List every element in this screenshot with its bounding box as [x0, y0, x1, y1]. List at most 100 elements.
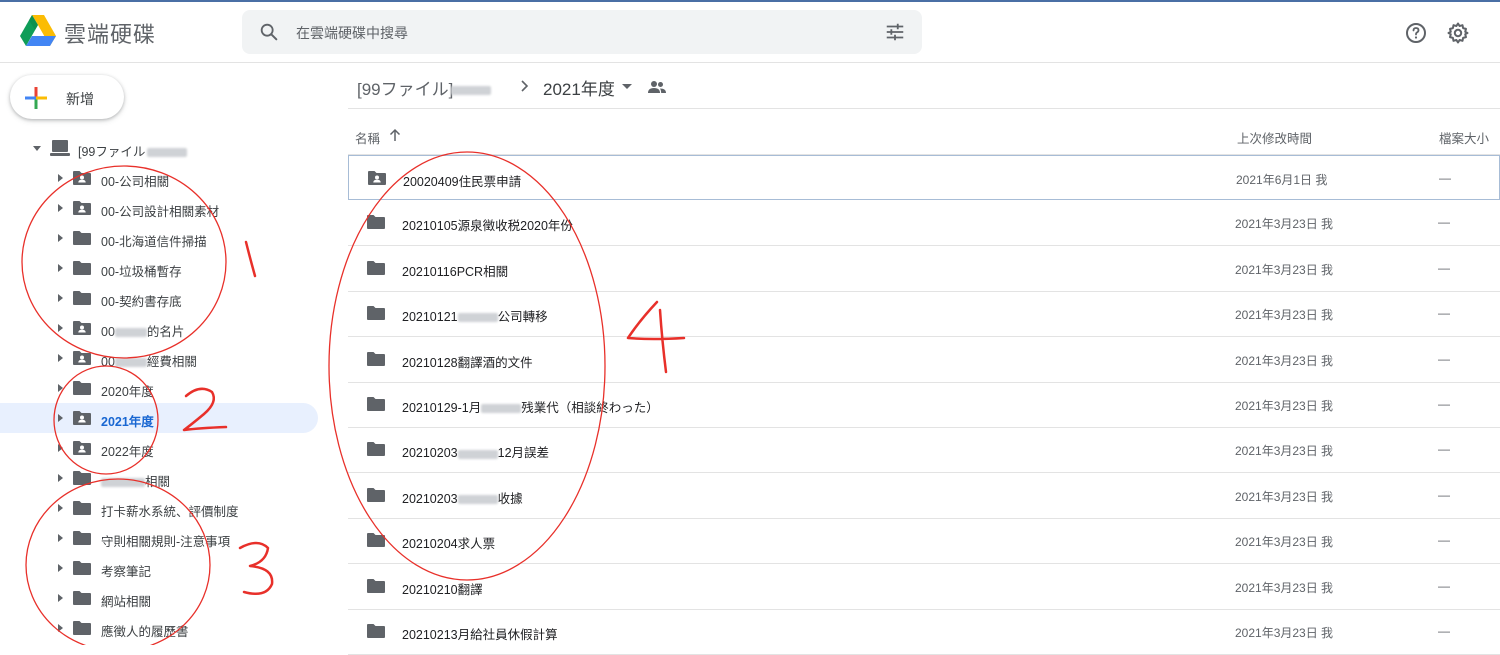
file-row[interactable]: 20210129-1月 残業代（相談終わった） 2021年3月23日 我 —: [348, 382, 1500, 428]
folder-icon: [366, 623, 386, 639]
column-header-name[interactable]: 名稱: [355, 128, 380, 147]
file-size: —: [1438, 306, 1450, 321]
file-size: —: [1438, 578, 1450, 593]
sidebar-folder-item[interactable]: 00-公司設計相關素材: [0, 193, 318, 223]
sidebar-folder-item[interactable]: 00-契約書存底: [0, 283, 318, 313]
sidebar-folder-item[interactable]: 00-垃圾桶暫存: [0, 253, 318, 283]
search-input[interactable]: [294, 20, 858, 46]
breadcrumb-root[interactable]: [99ファイル]: [357, 75, 493, 100]
file-modified: 2021年3月23日 我: [1235, 489, 1334, 504]
sidebar-folder-item[interactable]: 00-公司相關: [0, 163, 318, 193]
shared-folder-icon: [72, 410, 92, 426]
file-row[interactable]: 20210203 收據 2021年3月23日 我 —: [348, 473, 1500, 519]
search-bar[interactable]: [242, 10, 922, 54]
folder-icon: [72, 560, 92, 576]
expand-arrow-icon[interactable]: [58, 624, 63, 632]
file-row[interactable]: 20210213月給社員休假計算 2021年3月23日 我 —: [348, 609, 1500, 655]
collapse-arrow-icon[interactable]: [33, 146, 41, 151]
expand-arrow-icon[interactable]: [58, 594, 63, 602]
breadcrumb-dropdown-icon[interactable]: [622, 84, 632, 89]
file-name[interactable]: 20210210翻譯: [402, 579, 483, 598]
file-modified: 2021年6月1日 我: [1236, 173, 1328, 187]
sidebar-folder-label: 2020年度: [101, 385, 154, 399]
sidebar-folder-item[interactable]: 2022年度: [0, 433, 318, 463]
file-name[interactable]: 20210203 12月誤差: [402, 442, 549, 461]
file-name[interactable]: 20210129-1月 残業代（相談終わった）: [402, 397, 659, 416]
drive-logo-icon[interactable]: [20, 15, 56, 47]
file-row[interactable]: 20210121 公司轉移 2021年3月23日 我 —: [348, 291, 1500, 338]
expand-arrow-icon[interactable]: [58, 414, 63, 422]
sidebar-folder-label: 2022年度: [101, 445, 154, 459]
file-name[interactable]: 20020409住民票申請: [403, 171, 521, 190]
search-icon[interactable]: [258, 21, 280, 43]
folder-icon: [72, 230, 92, 246]
sidebar-folder-label: 2021年度: [101, 415, 154, 429]
file-name[interactable]: 20210204求人票: [402, 533, 495, 552]
breadcrumb-current[interactable]: 2021年度: [543, 75, 615, 100]
expand-arrow-icon[interactable]: [58, 534, 63, 542]
expand-arrow-icon[interactable]: [58, 324, 63, 332]
search-options-icon[interactable]: [884, 21, 906, 43]
computer-drive-icon: [50, 140, 70, 156]
file-size: —: [1438, 533, 1450, 548]
app-title[interactable]: 雲端硬碟: [64, 17, 156, 49]
file-size: —: [1438, 397, 1450, 411]
sidebar-folder-item[interactable]: 00 經費相關: [0, 343, 318, 373]
sidebar-folder-item[interactable]: 相關: [0, 463, 318, 493]
file-name[interactable]: 20210105源泉徵收税2020年份: [402, 215, 573, 234]
column-header-size[interactable]: 檔案大小: [1439, 128, 1489, 147]
file-row[interactable]: 20210210翻譯 2021年3月23日 我 —: [348, 564, 1500, 610]
help-icon[interactable]: [1404, 21, 1428, 45]
expand-arrow-icon[interactable]: [58, 294, 63, 302]
file-name[interactable]: 20210116PCR相關: [402, 261, 508, 280]
sort-ascending-arrow-icon[interactable]: [389, 128, 401, 142]
new-button[interactable]: 新增: [10, 75, 124, 119]
sidebar-folder-item[interactable]: 00-北海道信件掃描: [0, 223, 318, 253]
sidebar-folder-item[interactable]: 2021年度: [0, 403, 318, 433]
file-name[interactable]: 20210121 公司轉移: [402, 306, 548, 325]
file-name[interactable]: 20210203 收據: [402, 488, 523, 507]
column-header-modified[interactable]: 上次修改時間: [1237, 128, 1312, 147]
file-modified: 2021年3月23日 我: [1235, 217, 1334, 232]
sidebar-folder-item[interactable]: 網站相關: [0, 583, 318, 613]
sidebar-folder-item[interactable]: 應徵人的履歷書: [0, 613, 318, 643]
file-row[interactable]: 20210116PCR相關 2021年3月23日 我 —: [348, 246, 1500, 292]
file-row[interactable]: 20210204求人票 2021年3月23日 我 —: [348, 518, 1500, 565]
folder-icon: [366, 351, 386, 367]
sidebar-folder-item[interactable]: 考察筆記: [0, 553, 318, 583]
expand-arrow-icon[interactable]: [58, 504, 63, 512]
file-row[interactable]: 20210105源泉徵收税2020年份 2021年3月23日 我 —: [348, 200, 1500, 247]
sidebar-folder-item[interactable]: 打卡薪水系統、評價制度: [0, 493, 318, 523]
file-modified: 2021年3月23日 我: [1235, 580, 1334, 595]
folder-icon: [72, 500, 92, 516]
expand-arrow-icon[interactable]: [58, 384, 63, 392]
sidebar-folder-item[interactable]: 00 的名片: [0, 313, 318, 343]
sidebar-folder-label: 00-契約書存底: [101, 295, 182, 309]
file-name[interactable]: 20210128翻譯酒的文件: [402, 352, 533, 371]
plus-icon: [25, 87, 47, 109]
settings-gear-icon[interactable]: [1446, 21, 1470, 45]
expand-arrow-icon[interactable]: [58, 564, 63, 572]
expand-arrow-icon[interactable]: [58, 264, 63, 272]
folder-icon: [366, 305, 386, 321]
tree-root-shared-drive[interactable]: [99ファイル: [0, 133, 318, 163]
folder-icon: [366, 487, 386, 503]
expand-arrow-icon[interactable]: [58, 474, 63, 482]
sidebar-folder-label: 00-北海道信件掃描: [101, 235, 207, 249]
file-size: —: [1438, 215, 1450, 230]
file-row[interactable]: 20020409住民票申請 2021年6月1日 我 —: [348, 155, 1500, 200]
file-row[interactable]: 20210128翻譯酒的文件 2021年3月23日 我 —: [348, 337, 1500, 383]
file-row[interactable]: 20210203 12月誤差 2021年3月23日 我 —: [348, 427, 1500, 474]
expand-arrow-icon[interactable]: [58, 204, 63, 212]
file-name[interactable]: 20210213月給社員休假計算: [402, 624, 558, 643]
expand-arrow-icon[interactable]: [58, 234, 63, 242]
sidebar-folder-item[interactable]: 守則相關規則-注意事項: [0, 523, 318, 553]
folder-icon: [366, 578, 386, 594]
folder-icon: [72, 530, 92, 546]
expand-arrow-icon[interactable]: [58, 174, 63, 182]
shared-people-icon[interactable]: [648, 80, 666, 94]
expand-arrow-icon[interactable]: [58, 354, 63, 362]
expand-arrow-icon[interactable]: [58, 444, 63, 452]
sidebar-folder-item[interactable]: 2020年度: [0, 373, 318, 403]
folder-icon: [366, 441, 386, 457]
